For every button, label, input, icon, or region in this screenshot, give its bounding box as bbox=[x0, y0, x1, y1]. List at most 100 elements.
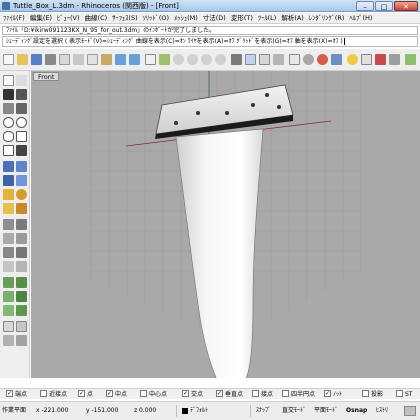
hide-icon[interactable] bbox=[3, 335, 14, 346]
sphere-solid-icon[interactable] bbox=[16, 189, 27, 200]
copy-icon[interactable] bbox=[87, 54, 98, 65]
save-file-icon[interactable] bbox=[31, 54, 42, 65]
menu-mesh[interactable]: ﾒｯｼｭ(M) bbox=[174, 13, 198, 24]
close-button[interactable]: ✕ bbox=[394, 1, 418, 11]
osnap-project[interactable]: 投影 bbox=[362, 390, 383, 399]
trim-icon[interactable] bbox=[16, 233, 27, 244]
menu-curve[interactable]: 曲線(C) bbox=[85, 13, 108, 24]
osnap-mid[interactable]: ✓ 中点 bbox=[106, 390, 127, 399]
split-icon[interactable] bbox=[3, 247, 14, 258]
cylinder-solid-icon[interactable] bbox=[3, 203, 14, 214]
sweep-icon[interactable] bbox=[16, 175, 27, 186]
grid-icon[interactable] bbox=[259, 54, 270, 65]
extrude-curve-icon[interactable] bbox=[16, 161, 27, 172]
menu-help[interactable]: ﾍﾙﾌﾟ(H) bbox=[349, 13, 372, 24]
polyline-icon[interactable] bbox=[16, 89, 27, 100]
mirror-icon[interactable] bbox=[3, 305, 14, 316]
ortho-toggle[interactable]: 直交ﾓｰﾄﾞ bbox=[282, 406, 306, 416]
osnap-tangent[interactable]: 接点 bbox=[252, 390, 273, 399]
pan-hand-icon[interactable] bbox=[145, 54, 156, 65]
explode-icon[interactable] bbox=[3, 261, 14, 272]
undo-icon[interactable] bbox=[115, 54, 126, 65]
command-prompt[interactable]: ｼｪｰﾃﾞｨﾝｸﾞ設定を選択 ( 表示ﾓｰﾄﾞ(V)=ｼｪｰﾃﾞｨﾝｸﾞ 曲線を… bbox=[2, 36, 418, 47]
new-file-icon[interactable] bbox=[3, 54, 14, 65]
menu-tools[interactable]: ﾂｰﾙ(L) bbox=[258, 13, 276, 24]
osnap-toggle[interactable]: Osnap bbox=[346, 406, 367, 416]
osnap-point[interactable]: ✓ 点 bbox=[78, 390, 93, 399]
osnap-perpendicular[interactable]: ✓ 垂直点 bbox=[216, 390, 243, 399]
import-icon[interactable] bbox=[59, 54, 70, 65]
boolean-union-icon[interactable] bbox=[16, 203, 27, 214]
osnap-smarttrack[interactable]: ST bbox=[396, 390, 412, 399]
lock-icon[interactable] bbox=[16, 335, 27, 346]
points-on-icon[interactable] bbox=[3, 321, 14, 332]
move-icon[interactable] bbox=[3, 277, 14, 288]
menu-solid[interactable]: ｿﾘｯﾄﾞ(O) bbox=[143, 13, 169, 24]
planar-toggle[interactable]: 平面ﾓｰﾄﾞ bbox=[314, 406, 338, 416]
redo-icon[interactable] bbox=[129, 54, 140, 65]
rectangle-icon[interactable] bbox=[16, 131, 27, 142]
menu-edit[interactable]: 編集(E) bbox=[30, 13, 52, 24]
cut-icon[interactable] bbox=[73, 54, 84, 65]
menu-analyze[interactable]: 解析(A) bbox=[281, 13, 304, 24]
line-icon[interactable] bbox=[16, 103, 27, 114]
four-viewports-icon[interactable] bbox=[231, 54, 242, 65]
loft-icon[interactable] bbox=[3, 175, 14, 186]
osnap-center[interactable]: 中心点 bbox=[140, 390, 167, 399]
circle-icon[interactable] bbox=[3, 117, 14, 128]
rotate-icon[interactable] bbox=[3, 291, 14, 302]
ellipse-icon[interactable] bbox=[3, 131, 14, 142]
print-icon[interactable] bbox=[45, 54, 56, 65]
dimension-icon[interactable] bbox=[16, 219, 27, 230]
render-icon[interactable] bbox=[331, 54, 342, 65]
analyze-icon[interactable] bbox=[16, 321, 27, 332]
osnap-end[interactable]: ✓ 端点 bbox=[6, 390, 27, 399]
menu-file[interactable]: ﾌｧｲﾙ(F) bbox=[3, 13, 25, 24]
curve-icon[interactable] bbox=[3, 103, 14, 114]
light-bulb-icon[interactable] bbox=[347, 54, 358, 65]
menu-render[interactable]: ﾚﾝﾀﾞﾘﾝｸﾞ(R) bbox=[309, 13, 345, 24]
scale-icon[interactable] bbox=[16, 291, 27, 302]
array-icon[interactable] bbox=[16, 305, 27, 316]
fillet-icon[interactable] bbox=[3, 233, 14, 244]
menu-surface[interactable]: ｻｰﾌｪｽ(S) bbox=[112, 13, 137, 24]
front-viewport[interactable] bbox=[31, 71, 420, 378]
zoom-icon[interactable] bbox=[173, 54, 184, 65]
object-properties-icon[interactable] bbox=[361, 54, 372, 65]
minimize-button[interactable]: – bbox=[356, 1, 374, 11]
select-arrow-icon[interactable] bbox=[3, 75, 14, 86]
zoom-window-icon[interactable] bbox=[187, 54, 198, 65]
rendered-sphere-icon[interactable] bbox=[317, 54, 328, 65]
viewport-title-tab[interactable]: Front bbox=[33, 72, 60, 81]
polygon-icon[interactable] bbox=[3, 145, 14, 156]
help-icon[interactable] bbox=[405, 54, 416, 65]
cplane-icon[interactable] bbox=[273, 54, 284, 65]
osnap-knot[interactable]: ✓ ﾉｯﾄ bbox=[324, 390, 342, 399]
options-gear-icon[interactable] bbox=[389, 54, 400, 65]
osnap-quadrant[interactable]: 四半円点 bbox=[282, 390, 315, 399]
layer-icon[interactable] bbox=[375, 54, 386, 65]
maximize-button[interactable]: □ bbox=[375, 1, 393, 11]
rotate-view-icon[interactable] bbox=[159, 54, 170, 65]
wireframe-icon[interactable] bbox=[289, 54, 300, 65]
zoom-extents-icon[interactable] bbox=[201, 54, 212, 65]
join-icon[interactable] bbox=[16, 247, 27, 258]
zoom-selected-icon[interactable] bbox=[215, 54, 226, 65]
paste-icon[interactable] bbox=[101, 54, 112, 65]
copy-transform-icon[interactable] bbox=[16, 277, 27, 288]
arc-icon[interactable] bbox=[16, 117, 27, 128]
surface-corner-icon[interactable] bbox=[3, 161, 14, 172]
menu-dimension[interactable]: 寸法(D) bbox=[203, 13, 226, 24]
text-object-icon[interactable] bbox=[16, 145, 27, 156]
record-history-icon[interactable] bbox=[404, 406, 416, 416]
point-icon[interactable] bbox=[3, 89, 14, 100]
select-window-icon[interactable] bbox=[16, 75, 27, 86]
snap-toggle[interactable]: ｽﾅｯﾌﾟ bbox=[256, 406, 271, 416]
menu-transform[interactable]: 変形(T) bbox=[231, 13, 253, 24]
osnap-near[interactable]: 近接点 bbox=[40, 390, 67, 399]
history-toggle[interactable]: ﾋｽﾄﾘ bbox=[376, 406, 388, 416]
shaded-sphere-icon[interactable] bbox=[303, 54, 314, 65]
layer-indicator[interactable]: ﾃﾞﾌｫﾙﾄ bbox=[182, 406, 208, 416]
menu-view[interactable]: ﾋﾞｭｰ(V) bbox=[57, 13, 80, 24]
mesh-icon[interactable] bbox=[3, 219, 14, 230]
